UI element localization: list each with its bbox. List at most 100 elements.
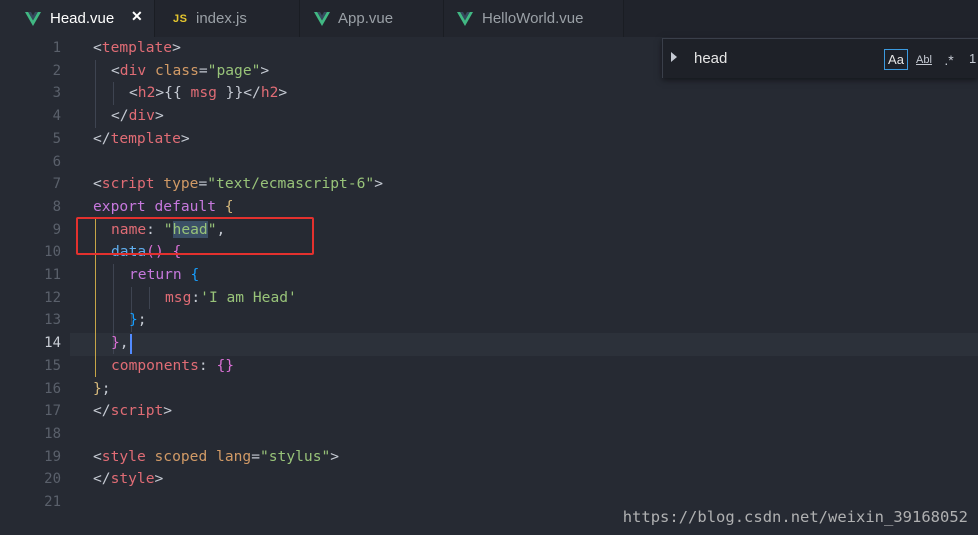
line-number: 9 — [52, 221, 61, 238]
line-number: 5 — [52, 130, 61, 147]
token: msg — [190, 84, 217, 102]
token: = — [251, 447, 260, 465]
token: } — [111, 334, 120, 352]
token: ; — [101, 379, 111, 397]
line-number: 15 — [44, 357, 61, 374]
token: , — [119, 334, 129, 352]
token: template — [110, 129, 181, 147]
code-line: msg:'I am Head' — [165, 287, 297, 310]
token: }} — [216, 84, 244, 102]
current-line-highlight — [70, 333, 978, 356]
code-line: </style> — [93, 468, 163, 491]
text-cursor — [130, 334, 132, 354]
tab-head-vue[interactable]: Head.vue ✕ — [0, 0, 155, 37]
code-line: }; — [93, 378, 111, 401]
token: </ — [93, 402, 111, 420]
line-number: 20 — [44, 471, 61, 488]
match-whole-word-toggle[interactable]: Abl — [913, 49, 935, 70]
token: < — [93, 175, 102, 193]
vue-icon — [25, 0, 41, 37]
js-icon: JS — [173, 12, 188, 25]
token: > — [154, 470, 164, 488]
tab-label: Head.vue — [50, 10, 115, 27]
token: > — [330, 447, 340, 465]
code-line: <div class="page"> — [111, 60, 269, 83]
token: {{ — [164, 84, 191, 102]
tab-helloworld-vue[interactable]: HelloWorld.vue — [444, 0, 624, 37]
line-number: 3 — [52, 85, 61, 102]
toggle-replace-icon[interactable] — [671, 52, 677, 62]
close-icon[interactable]: ✕ — [131, 8, 143, 25]
tab-label: App.vue — [338, 10, 394, 27]
token: default — [145, 197, 217, 215]
token: > — [278, 84, 288, 102]
code-editor[interactable]: 1 2 3 4 5 6 7 8 9 10 11 12 13 14 15 16 1… — [0, 37, 978, 535]
tab-index-js[interactable]: JS index.js — [155, 0, 300, 37]
token: > — [155, 84, 165, 102]
token: script — [101, 175, 155, 193]
token: h2 — [137, 84, 156, 102]
tab-label: index.js — [196, 10, 247, 27]
code-line: return { — [129, 264, 199, 287]
token: ; — [137, 311, 147, 329]
annotation-highlight-box — [76, 217, 314, 255]
token: : — [191, 288, 201, 306]
line-number: 17 — [44, 403, 61, 420]
code-line: </script> — [93, 400, 172, 423]
token: > — [374, 175, 383, 193]
token: > — [180, 129, 190, 147]
find-widget: Aa Abl .* 1 — [662, 38, 978, 78]
tab-app-vue[interactable]: App.vue — [300, 0, 444, 37]
token: "page" — [207, 61, 261, 79]
token: class — [146, 61, 199, 79]
line-number-gutter: 1 2 3 4 5 6 7 8 9 10 11 12 13 14 15 16 1… — [0, 37, 70, 535]
line-number: 1 — [52, 40, 61, 56]
token: style — [101, 447, 146, 465]
indent-guide — [149, 286, 150, 310]
token: = — [198, 61, 208, 79]
token: "stylus" — [259, 447, 331, 465]
code-line: <script type="text/ecmascript-6"> — [93, 173, 383, 196]
token: </ — [93, 129, 111, 147]
code-line: <template> — [93, 37, 181, 60]
use-regex-toggle[interactable]: .* — [940, 49, 958, 70]
token: < — [111, 61, 120, 79]
code-line: </template> — [93, 128, 190, 151]
match-count: 1 — [969, 51, 977, 66]
indent-guide — [95, 59, 96, 128]
token: h2 — [260, 84, 279, 102]
code-line: </div> — [111, 105, 164, 128]
token: {} — [216, 356, 235, 374]
code-line: <style scoped lang="stylus"> — [93, 446, 339, 469]
token: lang — [207, 447, 252, 465]
token: } — [93, 379, 102, 397]
token: template — [101, 39, 173, 56]
line-number: 11 — [44, 267, 61, 283]
token: > — [172, 39, 181, 56]
match-case-toggle[interactable]: Aa — [884, 49, 908, 70]
token: </ — [93, 470, 111, 488]
token: style — [110, 470, 155, 488]
line-number: 18 — [44, 425, 61, 442]
tab-bar: Head.vue ✕ JS index.js App.vue HelloWorl… — [0, 0, 978, 37]
token: script — [110, 402, 164, 420]
token: : — [198, 356, 217, 374]
find-input[interactable] — [687, 45, 883, 73]
indent-guide — [113, 82, 114, 106]
vue-icon — [457, 0, 473, 37]
token: < — [93, 39, 102, 56]
token: 'I am Head' — [200, 288, 297, 306]
code-line: <h2>{{ msg }}</h2> — [129, 82, 287, 105]
token: < — [129, 84, 138, 102]
code-line: components: {} — [111, 355, 234, 378]
token: > — [154, 107, 164, 125]
code-line: }; — [129, 309, 147, 332]
line-number: 16 — [44, 380, 61, 397]
token: > — [163, 402, 173, 420]
token: components — [111, 356, 199, 374]
line-number: 7 — [52, 176, 61, 193]
token: = — [198, 175, 208, 193]
line-number: 19 — [44, 448, 61, 465]
line-number: 12 — [44, 289, 61, 306]
token: { — [181, 266, 200, 283]
